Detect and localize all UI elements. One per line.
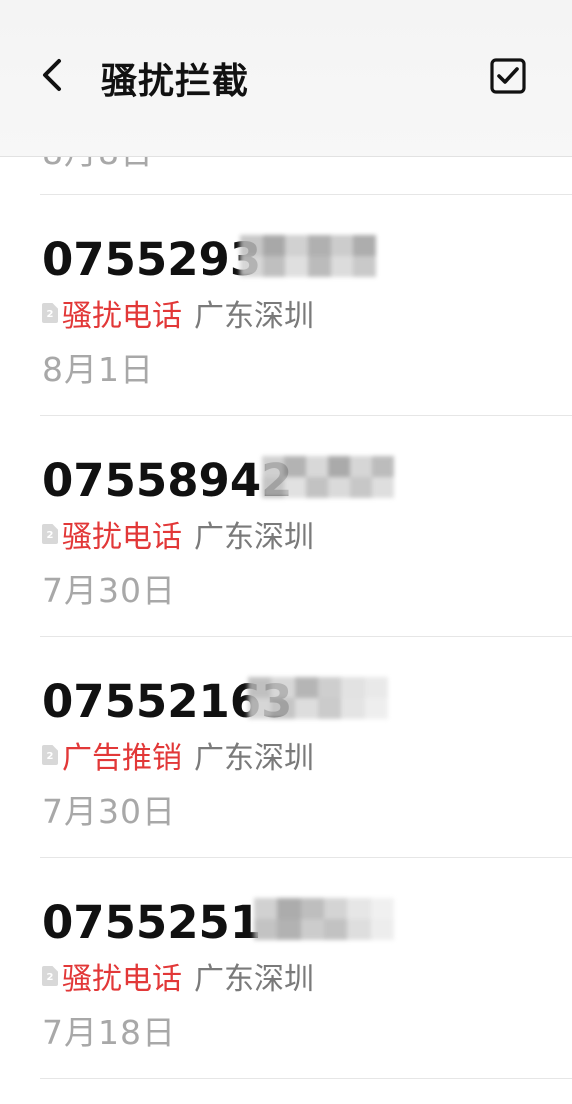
masked-digits bbox=[248, 677, 388, 719]
list-item[interactable]: 0755293 2 骚扰电话 广东深圳 8月1日 bbox=[0, 195, 572, 416]
sim-card-icon: 2 bbox=[42, 524, 58, 544]
tag-row: 2 骚扰电话 广东深圳 bbox=[42, 956, 314, 997]
call-date: 7月30日 bbox=[42, 792, 176, 831]
call-date: 8月1日 bbox=[42, 350, 154, 389]
call-tag: 骚扰电话 bbox=[62, 299, 182, 334]
call-date: 7月18日 bbox=[42, 1013, 176, 1052]
call-tag: 广告推销 bbox=[62, 741, 182, 776]
location: 广东深圳 bbox=[194, 299, 314, 334]
sim-card-icon: 2 bbox=[42, 745, 58, 765]
list-item[interactable]: 0755251 2 骚扰电话 广东深圳 7月18日 bbox=[0, 858, 572, 1079]
multi-select-button[interactable] bbox=[486, 54, 530, 98]
location: 广东深圳 bbox=[194, 962, 314, 997]
call-tag: 骚扰电话 bbox=[62, 962, 182, 997]
checkbox-checked-icon bbox=[490, 58, 526, 94]
location: 广东深圳 bbox=[194, 741, 314, 776]
list-item[interactable]: 07552163 2 广告推销 广东深圳 7月30日 bbox=[0, 637, 572, 858]
sim-card-icon: 2 bbox=[42, 303, 58, 323]
app-header: 骚扰拦截 bbox=[0, 0, 572, 157]
masked-digits bbox=[262, 456, 394, 498]
tag-row: 2 骚扰电话 广东深圳 bbox=[42, 293, 314, 334]
chevron-left-icon bbox=[43, 59, 61, 91]
phone-number: 0755251 bbox=[42, 896, 262, 949]
page-title: 骚扰拦截 bbox=[101, 61, 250, 102]
divider bbox=[40, 1078, 572, 1079]
location: 广东深圳 bbox=[194, 520, 314, 555]
masked-digits bbox=[254, 898, 394, 940]
tag-row: 2 骚扰电话 广东深圳 bbox=[42, 514, 314, 555]
list-item[interactable]: 07558942 2 骚扰电话 广东深圳 7月30日 bbox=[0, 416, 572, 637]
masked-digits bbox=[240, 235, 376, 277]
back-button[interactable] bbox=[32, 52, 72, 98]
screen: 8月8日 0755293 2 骚扰电话 广东深圳 8月1日 07558942 bbox=[0, 0, 572, 1104]
call-date: 7月30日 bbox=[42, 571, 176, 610]
sim-card-icon: 2 bbox=[42, 966, 58, 986]
call-tag: 骚扰电话 bbox=[62, 520, 182, 555]
phone-number: 0755293 bbox=[42, 233, 262, 286]
tag-row: 2 广告推销 广东深圳 bbox=[42, 735, 314, 776]
phone-number: 07558942 bbox=[42, 454, 293, 507]
